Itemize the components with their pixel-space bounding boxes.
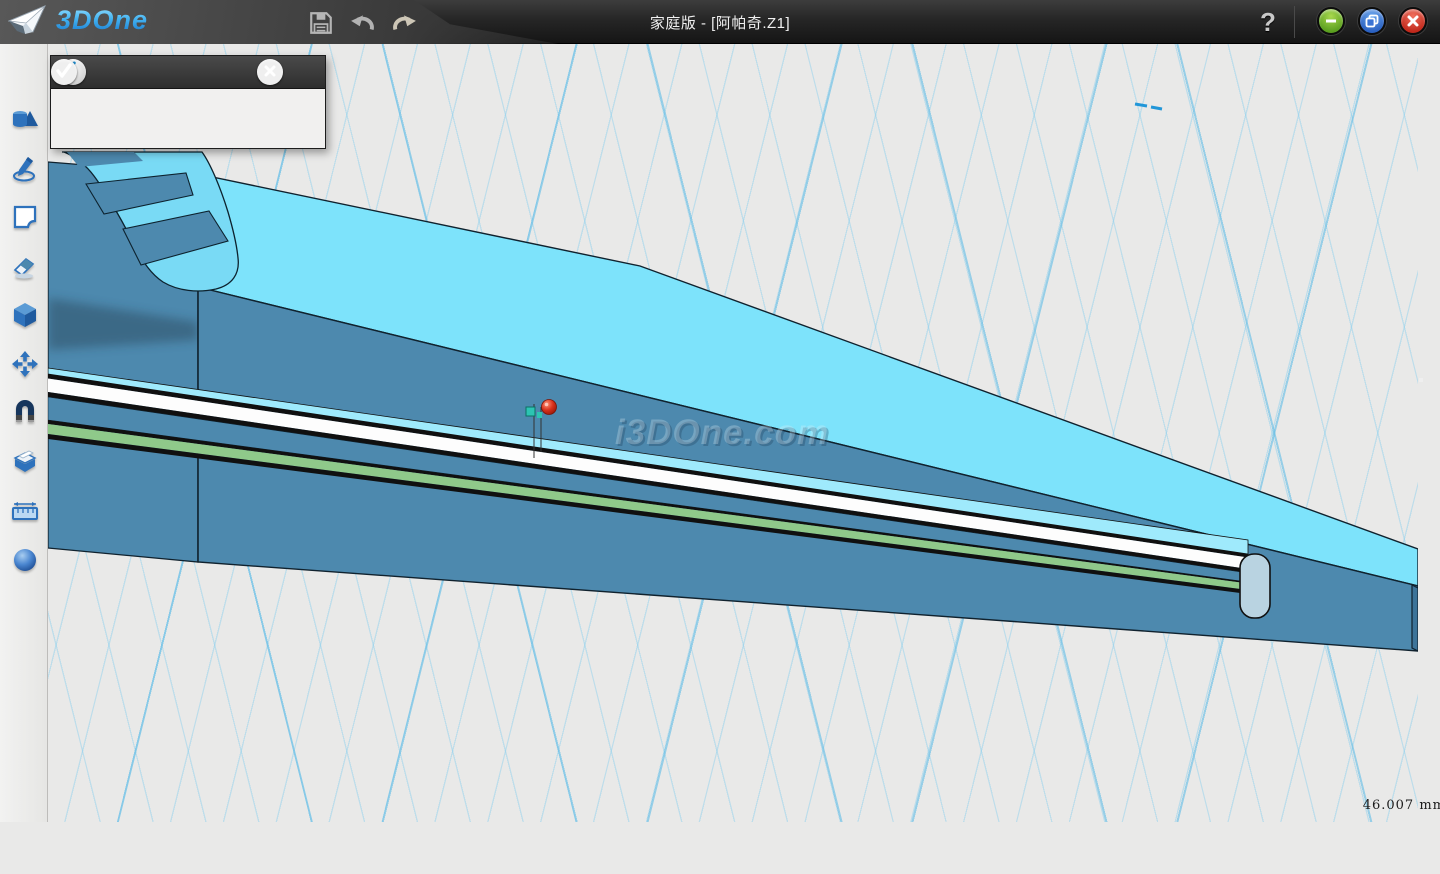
check-icon (55, 62, 73, 80)
move-icon (11, 350, 39, 378)
modeling-viewport[interactable]: i3DOne.com i3DOne.com 46.007 mm (48, 44, 1418, 822)
restore-icon (1365, 14, 1379, 28)
edge-bar-cap (1240, 554, 1270, 618)
primitives-icon (11, 106, 39, 134)
feature-cube-icon (11, 301, 39, 329)
dialog-cancel-button[interactable] (257, 59, 283, 85)
measure-icon (11, 497, 39, 525)
sketch-icon (11, 155, 39, 183)
titlebar: 3DOne 家庭版 - [阿帕奇.Z1] ? (0, 0, 1440, 44)
close-button[interactable] (1399, 7, 1427, 35)
titlebar-divider (1294, 6, 1295, 38)
minimize-button[interactable] (1317, 7, 1345, 35)
sidebar-item-primitives[interactable] (10, 106, 40, 136)
watermark: i3DOne.com (615, 413, 829, 452)
magnet-icon (11, 399, 39, 427)
close-icon (1406, 14, 1420, 28)
sidebar-item-feature-cube[interactable] (10, 301, 40, 331)
sidebar-item-sketch-plane[interactable] (10, 203, 40, 233)
sidebar-item-material[interactable] (10, 546, 40, 576)
model-canvas: i3DOne.com i3DOne.com (48, 44, 1418, 822)
sidebar-item-sketch[interactable] (10, 155, 40, 185)
window-title: 家庭版 - [阿帕奇.Z1] (0, 12, 1440, 33)
panel-collapse-tab[interactable] (1419, 378, 1423, 382)
dialog-confirm-button[interactable] (51, 59, 77, 85)
help-button[interactable]: ? (1252, 2, 1284, 42)
sidebar-item-magnet[interactable] (10, 399, 40, 429)
eraser-icon (11, 253, 39, 281)
sketch-plane-icon (11, 203, 39, 231)
sidebar-item-measure[interactable] (10, 497, 40, 527)
cursor-marks (1135, 104, 1162, 109)
material-sphere-icon (11, 546, 39, 574)
model-end-face (1412, 585, 1418, 651)
combine-icon (11, 448, 39, 476)
restore-button[interactable] (1358, 7, 1386, 35)
sidebar-item-move[interactable] (10, 350, 40, 380)
close-icon (262, 63, 278, 79)
tool-sidebar (0, 44, 48, 822)
minimize-icon (1324, 14, 1338, 28)
dialog-header[interactable]: i (51, 56, 325, 89)
edge-select-dialog: i 边 E (50, 55, 326, 149)
sidebar-item-combine[interactable] (10, 448, 40, 478)
sidebar-item-eraser[interactable] (10, 253, 40, 283)
dimension-label: 46.007 mm (1330, 798, 1440, 813)
